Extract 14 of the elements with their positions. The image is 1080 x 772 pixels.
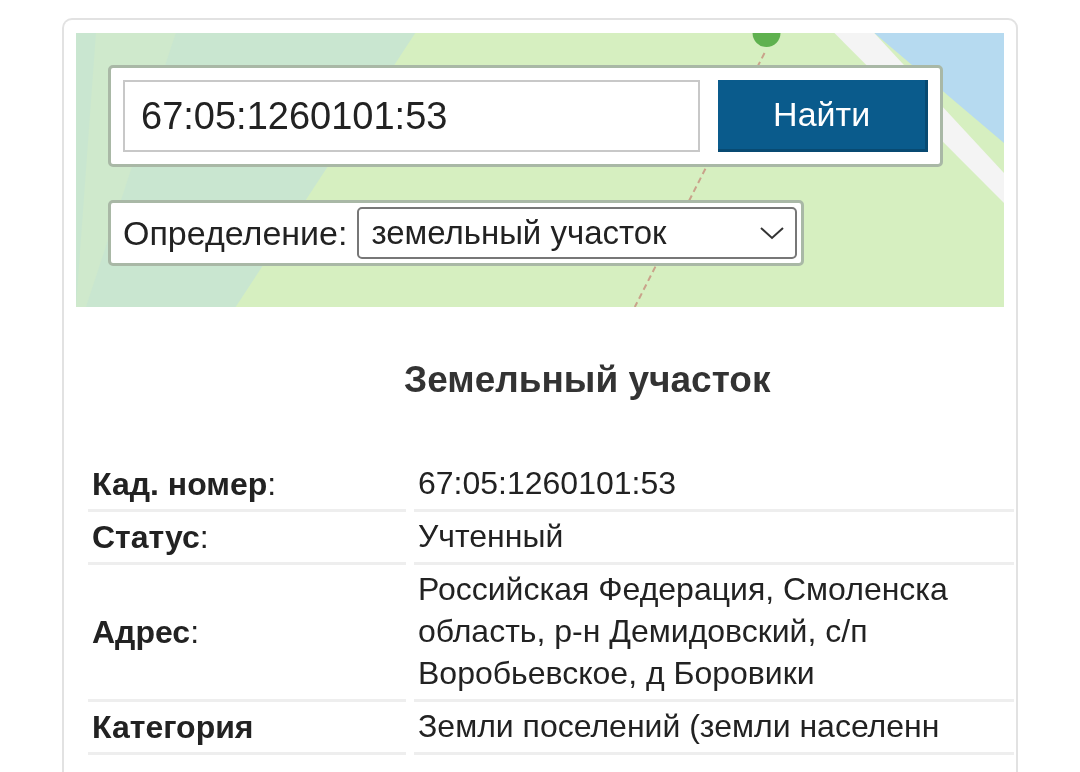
field-value: 67:05:1260101:53 bbox=[414, 459, 1014, 512]
definition-select[interactable]: земельный участок bbox=[357, 207, 798, 259]
find-button[interactable]: Найти bbox=[718, 80, 928, 152]
cadastral-number-field[interactable]: 67:05:1260101:53 bbox=[123, 80, 701, 152]
section-title: Земельный участок bbox=[403, 359, 772, 401]
chevron-down-icon bbox=[759, 225, 786, 241]
field-label: Категория bbox=[88, 702, 406, 755]
definition-label: Определение: bbox=[123, 213, 348, 253]
field-label: Адрес: bbox=[88, 565, 406, 702]
field-value: Земли поселений (земли населенн bbox=[414, 702, 1014, 755]
field-label: Кад. номер: bbox=[88, 459, 406, 512]
field-value: Российская Федерация, Смоленска область, р-н Демидовский, с/п Воробьевское, д Боровики bbox=[414, 565, 1014, 702]
field-value: Учтенный bbox=[414, 512, 1014, 565]
field-label: Статус: bbox=[88, 512, 406, 565]
